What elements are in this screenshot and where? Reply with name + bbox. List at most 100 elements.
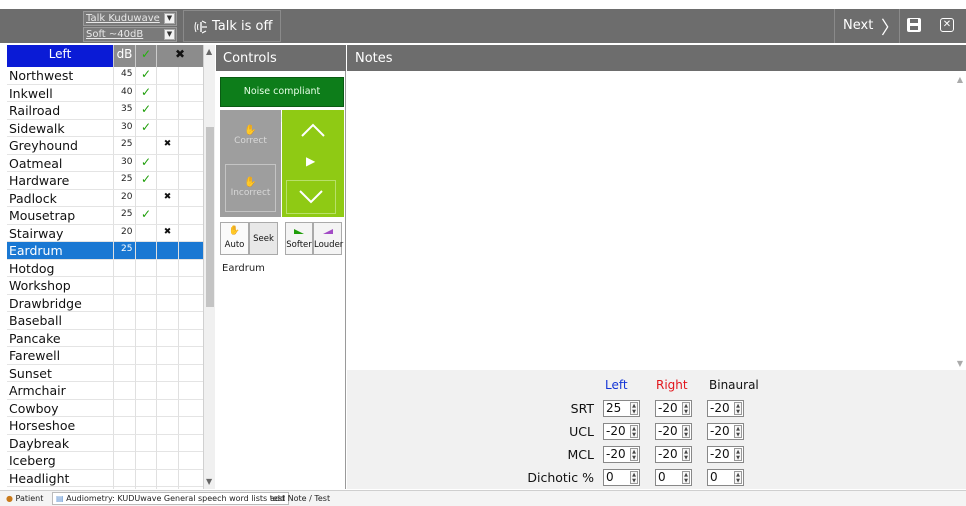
- correct-cell[interactable]: [135, 259, 156, 277]
- talk-toggle-button[interactable]: Talk is off: [183, 10, 281, 42]
- checkmark-icon[interactable]: ✓: [135, 45, 156, 67]
- word-row[interactable]: Stairway 20 ✖: [7, 224, 203, 242]
- right-value-stepper[interactable]: -20 ▲ ▼: [655, 446, 692, 463]
- word-row[interactable]: Iceberg: [7, 452, 203, 470]
- right-value-stepper[interactable]: -20 ▲ ▼: [655, 400, 692, 417]
- right-value-stepper[interactable]: -20 ▲ ▼: [655, 423, 692, 440]
- correct-cell[interactable]: [135, 434, 156, 452]
- scroll-down-icon[interactable]: ▼: [206, 477, 212, 486]
- ear-column-header[interactable]: Left: [7, 45, 113, 67]
- word-row[interactable]: Workshop: [7, 277, 203, 295]
- auto-button[interactable]: ✋ Auto: [220, 222, 249, 255]
- word-row[interactable]: Sidewalk 30 ✓: [7, 119, 203, 137]
- incorrect-cell[interactable]: [156, 67, 179, 84]
- db-cell[interactable]: [113, 294, 135, 312]
- word-row[interactable]: Inkwell 40 ✓: [7, 84, 203, 102]
- stepper-arrows-icon[interactable]: ▲ ▼: [630, 448, 638, 461]
- word-row[interactable]: Railroad 35 ✓: [7, 102, 203, 120]
- presentation-level-select[interactable]: Soft ~40dB ▼: [83, 27, 177, 42]
- stepper-arrows-icon[interactable]: ▲ ▼: [682, 425, 690, 438]
- incorrect-cell[interactable]: [156, 469, 179, 487]
- db-cell[interactable]: [113, 329, 135, 347]
- correct-cell[interactable]: [135, 224, 156, 242]
- db-cell[interactable]: 45: [113, 67, 135, 84]
- word-row[interactable]: Toothbrush: [7, 487, 203, 489]
- incorrect-cell[interactable]: [156, 329, 179, 347]
- correct-cell[interactable]: [135, 399, 156, 417]
- stepper-arrows-icon[interactable]: ▲ ▼: [630, 402, 638, 415]
- binaural-value-stepper[interactable]: -20 ▲ ▼: [707, 400, 744, 417]
- incorrect-cell[interactable]: [156, 417, 179, 434]
- word-row[interactable]: Daybreak: [7, 434, 203, 452]
- db-cell[interactable]: 20: [113, 224, 135, 242]
- stepper-arrows-icon[interactable]: ▲ ▼: [682, 471, 690, 484]
- correct-cell[interactable]: [135, 329, 156, 347]
- scrollbar-thumb[interactable]: [206, 127, 214, 307]
- incorrect-cell[interactable]: [156, 434, 179, 452]
- checkmark-icon[interactable]: ✓: [135, 119, 156, 137]
- close-box-icon[interactable]: ✕: [940, 18, 954, 32]
- db-cell[interactable]: [113, 312, 135, 329]
- correct-cell[interactable]: [135, 189, 156, 207]
- incorrect-cell[interactable]: [156, 119, 179, 137]
- db-cell[interactable]: 25: [113, 207, 135, 224]
- talk-device-select[interactable]: Talk Kuduwave ▼: [83, 11, 177, 26]
- db-cell[interactable]: 35: [113, 102, 135, 119]
- correct-cell[interactable]: [135, 294, 156, 312]
- db-cell[interactable]: [113, 347, 135, 364]
- word-row[interactable]: Baseball: [7, 312, 203, 330]
- word-row[interactable]: Hotdog: [7, 259, 203, 277]
- db-cell[interactable]: 30: [113, 119, 135, 137]
- db-cell[interactable]: 20: [113, 189, 135, 207]
- correct-cell[interactable]: [135, 469, 156, 487]
- db-cell[interactable]: [113, 487, 135, 489]
- incorrect-cell[interactable]: [156, 102, 179, 119]
- scroll-down-icon[interactable]: ▼: [957, 359, 963, 368]
- word-list-scrollbar[interactable]: ▲ ▼: [203, 45, 215, 489]
- word-row[interactable]: Horseshoe: [7, 417, 203, 435]
- correct-button[interactable]: ✋ Correct: [225, 113, 276, 161]
- incorrect-cell[interactable]: [156, 382, 179, 399]
- left-value-stepper[interactable]: 0 ▲ ▼: [603, 469, 640, 486]
- correct-cell[interactable]: [135, 382, 156, 399]
- db-cell[interactable]: 25: [113, 137, 135, 154]
- incorrect-cell[interactable]: [156, 347, 179, 364]
- chevron-up-icon[interactable]: [296, 120, 330, 140]
- incorrect-cell[interactable]: [156, 259, 179, 277]
- chevron-down-icon[interactable]: ▼: [164, 29, 175, 40]
- db-cell[interactable]: [113, 399, 135, 417]
- checkmark-icon[interactable]: ✓: [135, 172, 156, 189]
- stepper-arrows-icon[interactable]: ▲ ▼: [734, 402, 742, 415]
- db-column-header[interactable]: dB: [113, 45, 135, 67]
- left-value-stepper[interactable]: 25 ▲ ▼: [603, 400, 640, 417]
- checkmark-icon[interactable]: ✓: [135, 154, 156, 172]
- binaural-value-stepper[interactable]: 0 ▲ ▼: [707, 469, 744, 486]
- incorrect-cell[interactable]: [156, 487, 179, 489]
- next-button[interactable]: Next 〉: [834, 9, 900, 43]
- softer-button[interactable]: Softer: [285, 222, 313, 255]
- correct-cell[interactable]: [135, 137, 156, 154]
- incorrect-cell[interactable]: [156, 312, 179, 329]
- word-row[interactable]: Eardrum 25: [7, 242, 203, 260]
- db-cell[interactable]: [113, 434, 135, 452]
- db-cell[interactable]: 25: [113, 242, 135, 259]
- patient-tab[interactable]: ● Patient: [6, 493, 43, 506]
- seek-button[interactable]: Seek: [249, 222, 278, 255]
- cross-icon[interactable]: ✖: [156, 45, 203, 67]
- word-row[interactable]: Headlight: [7, 469, 203, 487]
- binaural-value-stepper[interactable]: -20 ▲ ▼: [707, 423, 744, 440]
- incorrect-cell[interactable]: [156, 399, 179, 417]
- word-row[interactable]: Sunset: [7, 364, 203, 382]
- stepper-arrows-icon[interactable]: ▲ ▼: [734, 471, 742, 484]
- word-row[interactable]: Greyhound 25 ✖: [7, 137, 203, 155]
- incorrect-cell[interactable]: [156, 84, 179, 102]
- incorrect-cell[interactable]: [156, 364, 179, 382]
- incorrect-cell[interactable]: [156, 207, 179, 224]
- db-cell[interactable]: [113, 259, 135, 277]
- correct-cell[interactable]: [135, 312, 156, 329]
- play-icon[interactable]: ▶: [306, 154, 315, 168]
- word-row[interactable]: Oatmeal 30 ✓: [7, 154, 203, 172]
- cross-icon[interactable]: ✖: [156, 189, 179, 207]
- stepper-arrows-icon[interactable]: ▲ ▼: [734, 448, 742, 461]
- louder-button[interactable]: Louder: [313, 222, 343, 255]
